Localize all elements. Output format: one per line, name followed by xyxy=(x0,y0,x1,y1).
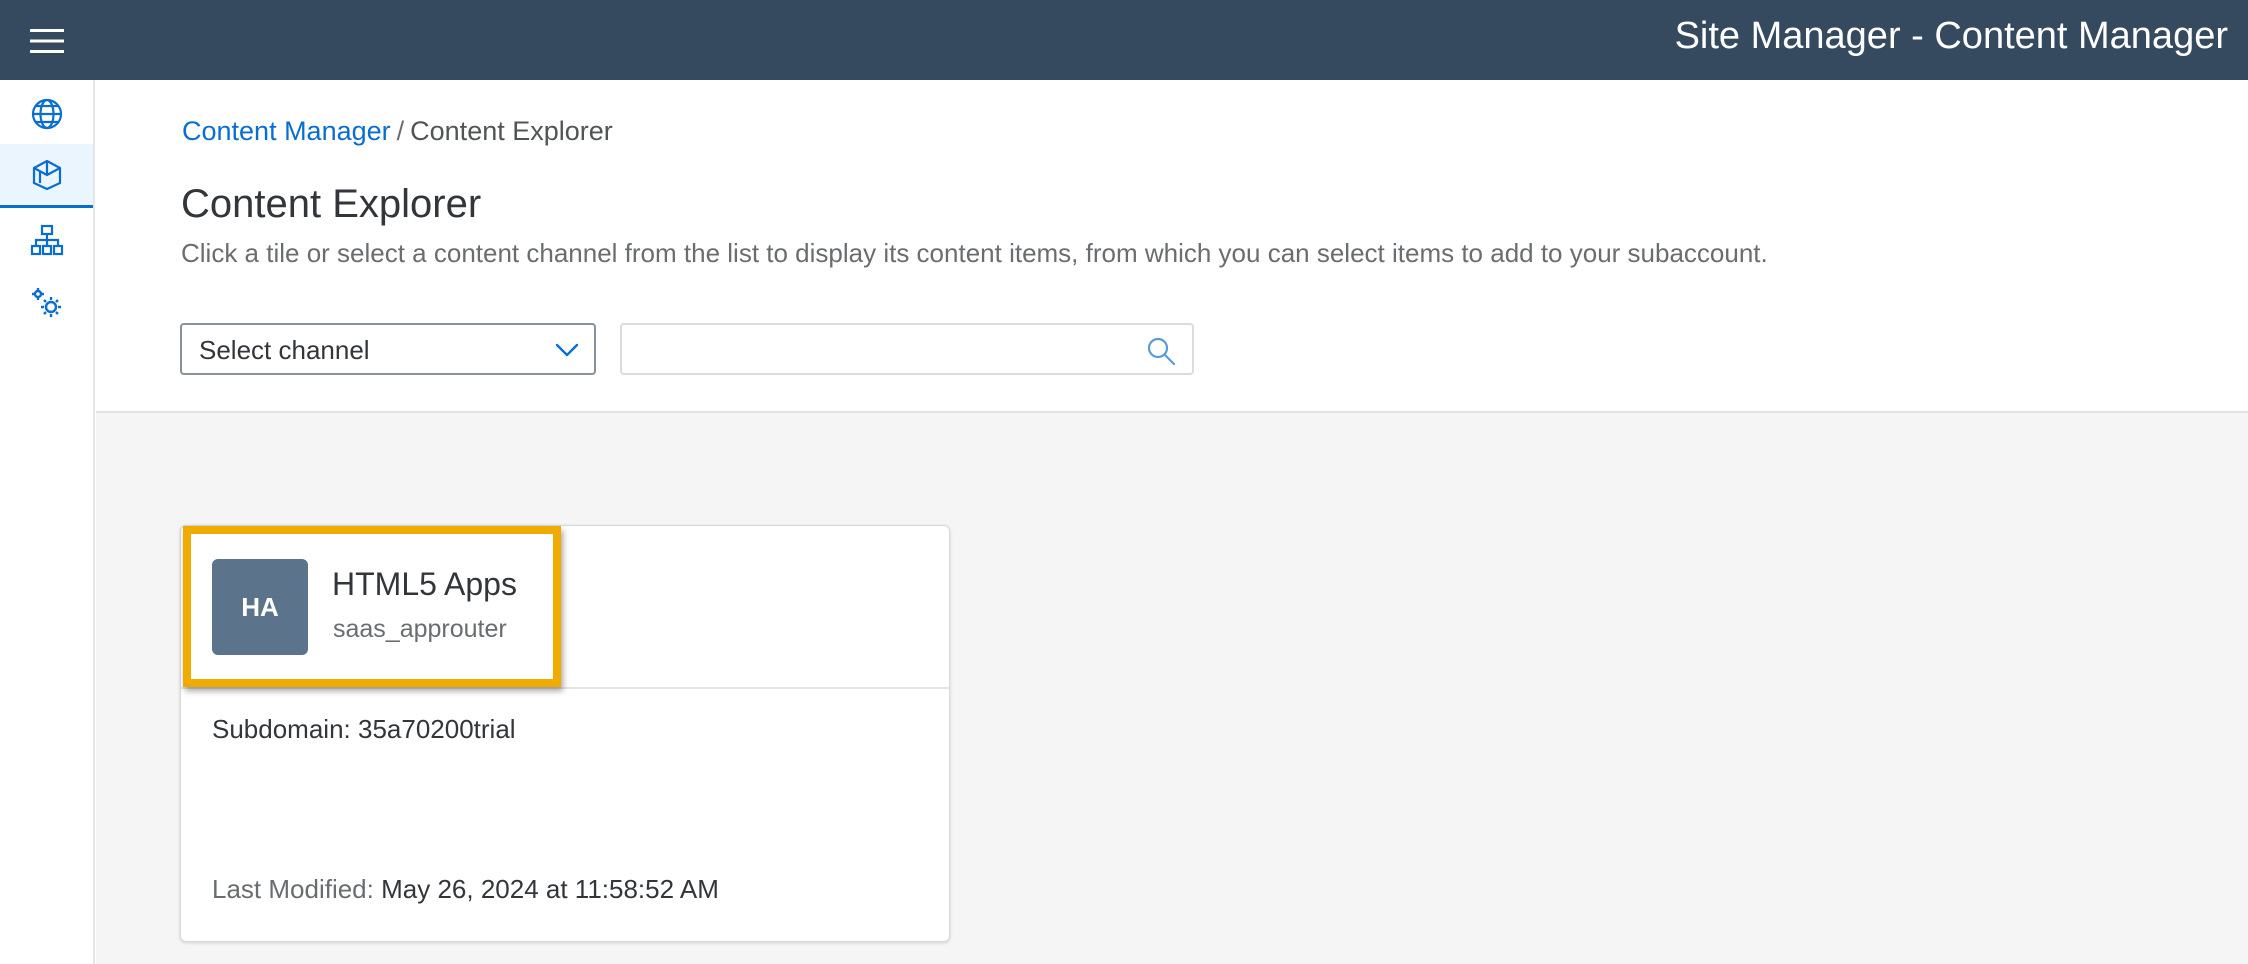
last-modified-label: Last Modified: xyxy=(212,874,374,904)
page-description: Click a tile or select a content channel… xyxy=(181,238,1768,268)
nav-item-settings[interactable] xyxy=(0,272,93,336)
shell-header: Site Manager - Content Manager xyxy=(0,0,2248,80)
breadcrumb-link-content-manager[interactable]: Content Manager xyxy=(182,116,391,146)
hamburger-menu-icon xyxy=(30,29,64,53)
settings-gears-icon xyxy=(31,288,61,317)
tile-subdomain: Subdomain: 35a70200trial xyxy=(212,714,516,744)
content-tile[interactable]: HA HTML5 Apps saas_approuter Subdomain: … xyxy=(180,525,950,942)
hamburger-menu-button[interactable] xyxy=(24,18,70,64)
channel-select-value: Select channel xyxy=(199,335,370,365)
channel-select[interactable]: Select channel xyxy=(180,323,596,375)
tile-last-modified: Last Modified: May 26, 2024 at 11:58:52 … xyxy=(212,872,719,906)
shell-title: Site Manager - Content Manager xyxy=(1674,15,2228,57)
tile-header: HA HTML5 Apps saas_approuter xyxy=(181,526,949,689)
avatar: HA xyxy=(212,559,308,655)
last-modified-value: May 26, 2024 at 11:58:52 AM xyxy=(381,874,719,904)
search-icon[interactable] xyxy=(1146,336,1176,366)
side-navigation xyxy=(0,80,95,964)
nav-item-content-manager[interactable] xyxy=(0,144,93,208)
globe-icon xyxy=(31,98,62,130)
search-input[interactable] xyxy=(632,331,1136,369)
chevron-down-icon xyxy=(555,343,579,357)
tile-container: HA HTML5 Apps saas_approuter Subdomain: … xyxy=(96,413,2248,964)
breadcrumb-current: Content Explorer xyxy=(410,116,613,146)
page-title: Content Explorer xyxy=(181,182,482,226)
tile-title: HTML5 Apps xyxy=(332,566,517,602)
breadcrumb-separator: / xyxy=(396,116,405,146)
nav-item-site-hierarchy[interactable] xyxy=(0,208,93,272)
page-header: Content Manager / Content Explorer Content… xyxy=(96,80,2248,413)
main-content: Content Manager / Content Explorer Content… xyxy=(96,80,2248,964)
search-field xyxy=(620,323,1194,375)
nav-item-sites[interactable] xyxy=(0,82,93,146)
breadcrumb: Content Manager / Content Explorer xyxy=(182,114,613,148)
tile-subtitle: saas_approuter xyxy=(333,615,507,643)
content-cube-icon xyxy=(32,159,61,190)
site-hierarchy-icon xyxy=(30,224,63,256)
